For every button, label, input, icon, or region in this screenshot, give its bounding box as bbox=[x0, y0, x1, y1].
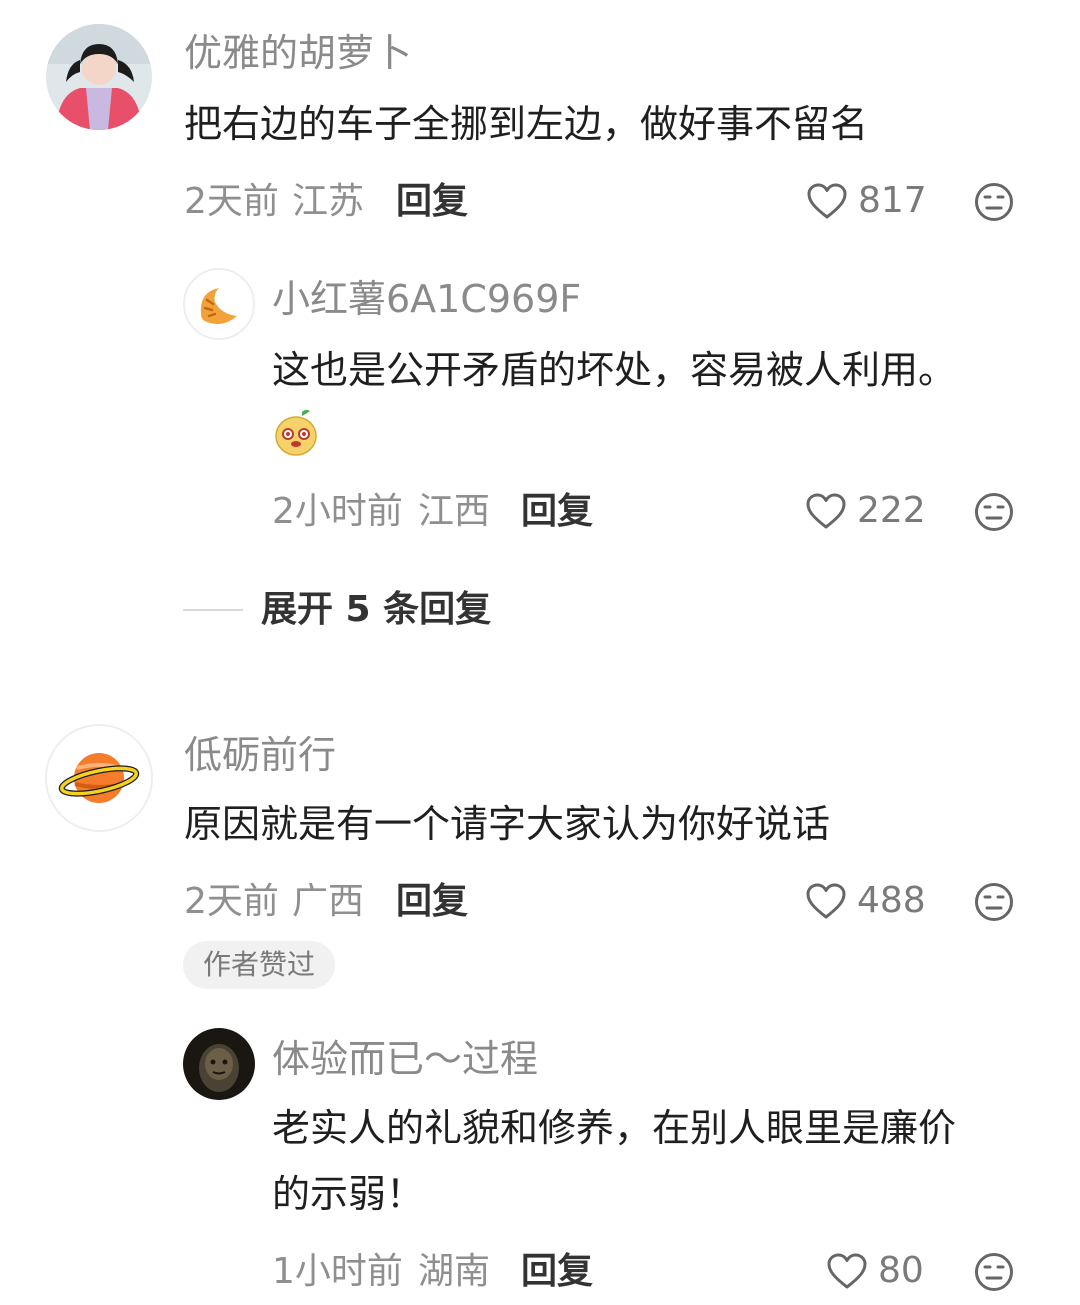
comment-username[interactable]: 优雅的胡萝卜 bbox=[184, 34, 412, 72]
dislike-button[interactable] bbox=[974, 882, 1014, 926]
like-count: 222 bbox=[857, 490, 926, 531]
dislike-button[interactable] bbox=[974, 492, 1014, 536]
reply-username[interactable]: 小红薯6A1C969F bbox=[272, 280, 581, 318]
comment-time: 2天前 bbox=[184, 881, 279, 922]
expand-divider bbox=[183, 609, 243, 611]
reply-location: 江西 bbox=[418, 491, 491, 532]
emoji-sticker bbox=[272, 406, 320, 458]
reply-content-line-2: 的示弱！ bbox=[272, 1172, 425, 1216]
reply-button[interactable]: 回复 bbox=[521, 494, 593, 530]
reply-username[interactable]: 体验而已～过程 bbox=[272, 1040, 538, 1078]
meh-face-icon bbox=[975, 183, 1013, 221]
heart-outline-icon bbox=[827, 1253, 867, 1289]
like-button[interactable]: 80 bbox=[826, 1252, 924, 1290]
reply-button[interactable]: 回复 bbox=[396, 884, 468, 920]
comment-location: 江苏 bbox=[292, 181, 365, 222]
expand-replies-label: 展开 5 条回复 bbox=[261, 589, 492, 630]
avatar[interactable] bbox=[183, 1028, 255, 1100]
like-count: 488 bbox=[857, 880, 926, 921]
reply-content: 这也是公开矛盾的坏处，容易被人利用。 bbox=[272, 348, 957, 392]
comment-time: 2天前 bbox=[184, 181, 279, 222]
expand-replies-button[interactable]: 展开 5 条回复 bbox=[183, 592, 491, 628]
avatar[interactable] bbox=[45, 724, 153, 832]
author-liked-badge: 作者赞过 bbox=[183, 941, 336, 989]
comment-content: 把右边的车子全挪到左边，做好事不留名 bbox=[184, 102, 869, 146]
reply-button[interactable]: 回复 bbox=[396, 184, 468, 220]
dislike-button[interactable] bbox=[974, 182, 1014, 226]
meh-face-icon bbox=[975, 883, 1013, 921]
reply-time: 2小时前 bbox=[272, 491, 403, 532]
heart-outline-icon bbox=[806, 883, 846, 919]
comment-username[interactable]: 低砺前行 bbox=[184, 736, 336, 774]
reply-button[interactable]: 回复 bbox=[521, 1254, 593, 1290]
meh-face-icon bbox=[975, 1253, 1013, 1291]
avatar[interactable] bbox=[46, 24, 152, 130]
heart-outline-icon bbox=[807, 183, 847, 219]
reply-content-line-1: 老实人的礼貌和修养，在别人眼里是廉价 bbox=[272, 1106, 957, 1150]
reply-time: 1小时前 bbox=[272, 1251, 403, 1292]
avatar[interactable] bbox=[183, 268, 255, 340]
comment-location: 广西 bbox=[292, 881, 365, 922]
reply-location: 湖南 bbox=[418, 1251, 491, 1292]
dislike-button[interactable] bbox=[974, 1252, 1014, 1296]
meh-face-icon bbox=[975, 493, 1013, 531]
like-count: 817 bbox=[858, 180, 927, 221]
like-button[interactable]: 817 bbox=[806, 182, 927, 220]
like-button[interactable]: 488 bbox=[805, 882, 926, 920]
heart-outline-icon bbox=[806, 493, 846, 529]
like-button[interactable]: 222 bbox=[805, 492, 926, 530]
comment-content: 原因就是有一个请字大家认为你好说话 bbox=[184, 802, 831, 846]
like-count: 80 bbox=[878, 1250, 924, 1291]
